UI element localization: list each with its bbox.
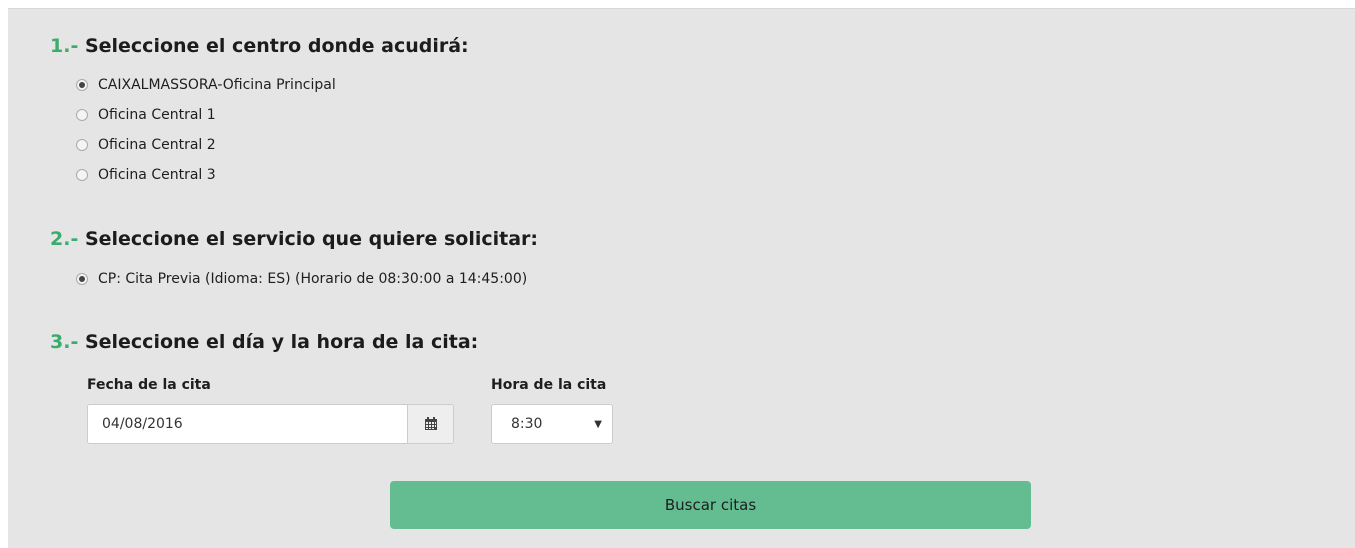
radio-button[interactable] (76, 139, 88, 151)
service-option-label: CP: Cita Previa (Idioma: ES) (Horario de… (98, 271, 528, 287)
section-1-title: 1.- Seleccione el centro donde acudirá: (50, 35, 469, 57)
section-3-number: 3.- (50, 331, 79, 353)
radio-button-selected[interactable] (76, 79, 88, 91)
search-appointments-button[interactable]: Buscar citas (390, 481, 1031, 529)
date-picker (87, 404, 454, 444)
time-select[interactable]: 8:30 ▼ (491, 404, 613, 444)
radio-button[interactable] (76, 109, 88, 121)
center-option-label: Oficina Central 3 (98, 167, 216, 183)
section-1-number: 1.- (50, 35, 79, 57)
calendar-icon (424, 417, 437, 430)
calendar-button[interactable] (407, 405, 453, 443)
center-option-central-2[interactable]: Oficina Central 2 (76, 135, 216, 155)
section-3-title: 3.- Seleccione el día y la hora de la ci… (50, 331, 478, 353)
section-2-heading: Seleccione el servicio que quiere solici… (84, 228, 539, 250)
time-label: Hora de la cita (491, 377, 607, 393)
center-option-label: Oficina Central 1 (98, 107, 216, 123)
section-3-heading: Seleccione el día y la hora de la cita: (84, 331, 479, 353)
center-option-label: CAIXALMASSORA-Oficina Principal (98, 77, 336, 93)
service-option-cita-previa[interactable]: CP: Cita Previa (Idioma: ES) (Horario de… (76, 269, 527, 289)
time-select-value: 8:30 (511, 416, 543, 432)
center-option-principal[interactable]: CAIXALMASSORA-Oficina Principal (76, 75, 336, 95)
section-2-number: 2.- (50, 228, 79, 250)
date-input[interactable] (88, 405, 407, 443)
appointment-form-panel: 1.- Seleccione el centro donde acudirá: … (8, 8, 1355, 548)
center-option-central-3[interactable]: Oficina Central 3 (76, 165, 216, 185)
center-option-label: Oficina Central 2 (98, 137, 216, 153)
radio-button[interactable] (76, 169, 88, 181)
date-label: Fecha de la cita (87, 377, 211, 393)
center-option-central-1[interactable]: Oficina Central 1 (76, 105, 216, 125)
section-1-heading: Seleccione el centro donde acudirá: (84, 35, 469, 57)
radio-button-selected[interactable] (76, 273, 88, 285)
chevron-down-icon: ▼ (594, 418, 602, 430)
section-2-title: 2.- Seleccione el servicio que quiere so… (50, 228, 538, 250)
